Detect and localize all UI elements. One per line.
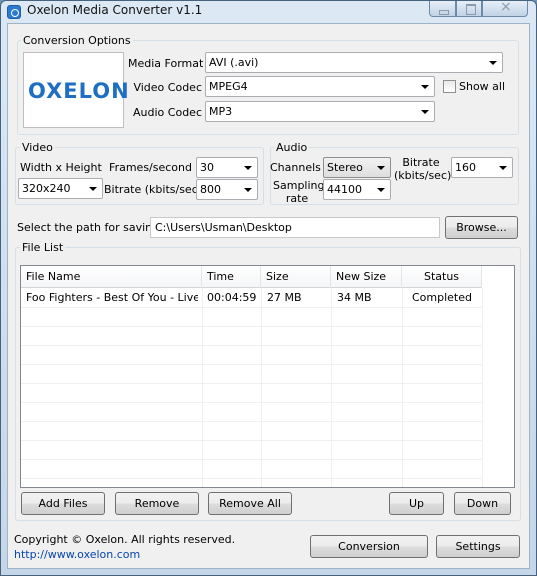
audio-bitrate-value: 160: [455, 161, 476, 174]
channels-label: Channels: [270, 161, 321, 174]
fps-value: 30: [200, 161, 214, 174]
size-select[interactable]: 320x240: [18, 178, 103, 199]
browse-button[interactable]: Browse...: [445, 216, 518, 239]
audio-legend: Audio: [274, 141, 310, 154]
column-divider: [482, 288, 483, 487]
cell-status: Completed: [412, 291, 472, 304]
file-list-table[interactable]: File Name Time Size New Size Status Foo …: [20, 265, 515, 488]
column-divider: [202, 288, 203, 487]
column-divider: [331, 288, 332, 487]
sampling-label-1: Sampling: [273, 179, 325, 192]
column-header-file-name[interactable]: File Name: [21, 266, 202, 288]
row-divider: [21, 364, 482, 365]
cell-time: 00:04:59: [207, 291, 257, 304]
row-divider: [21, 326, 482, 327]
sampling-rate-select[interactable]: 44100: [323, 179, 391, 200]
media-format-value: AVI (.avi): [209, 56, 259, 69]
logo: OXELON: [23, 52, 129, 128]
chevron-down-icon: [244, 166, 252, 170]
settings-button[interactable]: Settings: [436, 535, 520, 558]
row-divider: [21, 421, 482, 422]
row-divider: [21, 345, 482, 346]
audio-bitrate-label-1: Bitrate: [402, 156, 440, 169]
channels-select[interactable]: Stereo: [323, 157, 391, 178]
audio-codec-label: Audio Codec: [133, 106, 202, 119]
cell-file-name: Foo Fighters - Best Of You - Live…: [26, 291, 198, 304]
add-files-button[interactable]: Add Files: [21, 492, 105, 515]
column-header-time[interactable]: Time: [202, 266, 261, 288]
video-codec-value: MPEG4: [209, 80, 248, 93]
fps-select[interactable]: 30: [196, 157, 258, 178]
remove-all-button[interactable]: Remove All: [208, 492, 292, 515]
cell-new-size: 34 MB: [337, 291, 372, 304]
close-button[interactable]: [482, 0, 528, 17]
audio-codec-select[interactable]: MP3: [205, 101, 435, 122]
row-divider: [21, 402, 482, 403]
video-codec-label: Video Codec: [133, 81, 202, 94]
video-bitrate-label: Bitrate (kbits/sec): [104, 183, 203, 196]
chevron-down-icon: [244, 188, 252, 192]
maximize-button[interactable]: [456, 1, 482, 17]
chevron-down-icon: [377, 188, 385, 192]
app-icon: [7, 5, 21, 19]
chevron-down-icon: [377, 166, 385, 170]
audio-codec-value: MP3: [209, 105, 233, 118]
table-row[interactable]: Foo Fighters - Best Of You - Live… 00:04…: [21, 289, 482, 307]
row-divider: [21, 478, 482, 479]
chevron-down-icon: [421, 85, 429, 89]
column-header-size[interactable]: Size: [261, 266, 331, 288]
column-divider: [402, 288, 403, 487]
sampling-rate-value: 44100: [327, 183, 362, 196]
minimize-button[interactable]: [429, 1, 456, 17]
remove-button[interactable]: Remove: [115, 492, 199, 515]
file-list-legend: File List: [20, 241, 66, 254]
chevron-down-icon: [489, 61, 497, 65]
video-bitrate-value: 800: [200, 183, 221, 196]
down-button[interactable]: Down: [454, 492, 511, 515]
window-title: Oxelon Media Converter v1.1: [27, 3, 203, 17]
chevron-down-icon: [89, 187, 97, 191]
column-divider: [261, 288, 262, 487]
column-header-status[interactable]: Status: [402, 266, 482, 288]
chevron-down-icon: [421, 110, 429, 114]
up-button[interactable]: Up: [389, 492, 444, 515]
audio-bitrate-label-2: (kbits/sec): [394, 169, 452, 182]
title-bar[interactable]: Oxelon Media Converter v1.1: [1, 0, 536, 23]
cell-size: 27 MB: [267, 291, 302, 304]
media-format-label: Media Format: [128, 57, 204, 70]
logo-text: OXELON: [28, 79, 130, 103]
size-label: Width x Height: [20, 161, 102, 174]
show-all-label[interactable]: Show all: [459, 80, 505, 93]
video-bitrate-select[interactable]: 800: [196, 179, 258, 200]
save-path-input[interactable]: C:\Users\Usman\Desktop: [150, 217, 440, 238]
audio-bitrate-select[interactable]: 160: [451, 157, 513, 178]
row-divider: [21, 459, 482, 460]
website-link[interactable]: http://www.oxelon.com: [14, 548, 140, 561]
conversion-button[interactable]: Conversion: [310, 535, 428, 558]
row-divider: [21, 307, 482, 308]
video-codec-select[interactable]: MPEG4: [205, 76, 435, 97]
media-format-select[interactable]: AVI (.avi): [205, 52, 503, 73]
fps-label: Frames/second: [109, 161, 192, 174]
size-value: 320x240: [22, 182, 71, 195]
conversion-options-legend: Conversion Options: [21, 34, 133, 47]
show-all-checkbox[interactable]: [443, 80, 456, 93]
video-legend: Video: [20, 141, 55, 154]
save-path-label: Select the path for saving:: [17, 221, 163, 234]
table-header: File Name Time Size New Size Status: [21, 266, 482, 288]
chevron-down-icon: [499, 166, 507, 170]
column-header-new-size[interactable]: New Size: [331, 266, 402, 288]
row-divider: [21, 383, 482, 384]
sampling-label-2: rate: [285, 192, 309, 205]
copyright-text: Copyright © Oxelon. All rights reserved.: [14, 533, 236, 546]
row-divider: [21, 440, 482, 441]
channels-value: Stereo: [327, 161, 363, 174]
